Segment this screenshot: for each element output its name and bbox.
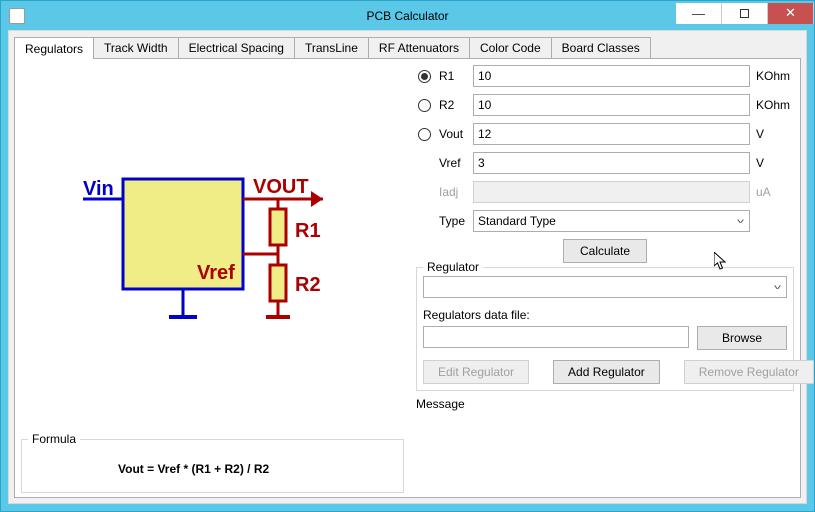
input-data-file[interactable]	[423, 326, 689, 348]
label-vout: Vout	[439, 127, 473, 141]
right-pane: R1 KOhm R2 KOhm Vout V	[410, 59, 800, 497]
label-type: Type	[439, 214, 473, 228]
titlebar[interactable]: PCB Calculator — ✕	[1, 1, 814, 30]
tab-electrical-spacing[interactable]: Electrical Spacing	[178, 37, 295, 58]
unit-r2: KOhm	[750, 98, 794, 112]
formula-legend: Formula	[28, 432, 80, 446]
input-vref[interactable]	[473, 152, 750, 174]
row-vout: Vout V	[416, 123, 794, 145]
message-label: Message	[416, 397, 794, 411]
radio-vout[interactable]	[418, 128, 431, 141]
tab-track-width[interactable]: Track Width	[93, 37, 179, 58]
regulator-group: Regulator Regulators data file: Browse E…	[416, 267, 794, 391]
input-vout[interactable]	[473, 123, 750, 145]
row-vref: Vref V	[416, 152, 794, 174]
row-r2: R2 KOhm	[416, 94, 794, 116]
app-icon	[9, 8, 25, 24]
select-type[interactable]: Standard Type	[473, 210, 750, 232]
formula-text: Vout = Vref * (R1 + R2) / R2	[118, 462, 397, 476]
select-regulator[interactable]	[423, 276, 787, 298]
tab-panel: Vin VOUT Vref R1	[14, 58, 801, 498]
diagram-vout-label: VOUT	[253, 176, 309, 198]
maximize-button[interactable]	[722, 3, 768, 24]
client-area: Regulators Track Width Electrical Spacin…	[8, 30, 807, 504]
unit-iadj: uA	[750, 185, 794, 199]
radio-r1[interactable]	[418, 70, 431, 83]
unit-vref: V	[750, 156, 794, 170]
window-buttons: — ✕	[676, 3, 814, 25]
input-iadj	[473, 181, 750, 203]
label-vref: Vref	[439, 156, 473, 170]
app-window: PCB Calculator — ✕ Regulators Track Widt…	[0, 0, 815, 512]
label-r2: R2	[439, 98, 473, 112]
data-file-label: Regulators data file:	[423, 308, 787, 322]
row-r1: R1 KOhm	[416, 65, 794, 87]
tab-color-code[interactable]: Color Code	[469, 37, 552, 58]
tab-transline[interactable]: TransLine	[294, 37, 369, 58]
regulator-diagram: Vin VOUT Vref R1	[15, 59, 410, 439]
row-type: Type Standard Type	[416, 210, 794, 232]
tab-rf-attenuators[interactable]: RF Attenuators	[368, 37, 470, 58]
close-button[interactable]: ✕	[768, 3, 814, 24]
calculate-button[interactable]: Calculate	[563, 239, 647, 263]
regulator-legend: Regulator	[423, 260, 483, 274]
label-iadj: Iadj	[439, 185, 473, 199]
label-r1: R1	[439, 69, 473, 83]
tab-regulators[interactable]: Regulators	[14, 37, 94, 59]
formula-group: Formula Vout = Vref * (R1 + R2) / R2	[21, 439, 404, 493]
radio-r2[interactable]	[418, 99, 431, 112]
tab-board-classes[interactable]: Board Classes	[551, 37, 651, 58]
diagram-vin-label: Vin	[83, 178, 114, 200]
left-pane: Vin VOUT Vref R1	[15, 59, 410, 497]
diagram-vref-label: Vref	[197, 262, 235, 284]
row-iadj: Iadj uA	[416, 181, 794, 203]
input-r2[interactable]	[473, 94, 750, 116]
select-type-value: Standard Type	[478, 214, 556, 228]
edit-regulator-button[interactable]: Edit Regulator	[423, 360, 529, 384]
unit-r1: KOhm	[750, 69, 794, 83]
diagram-r1-label: R1	[295, 220, 321, 242]
minimize-button[interactable]: —	[676, 3, 722, 24]
input-r1[interactable]	[473, 65, 750, 87]
unit-vout: V	[750, 127, 794, 141]
remove-regulator-button[interactable]: Remove Regulator	[684, 360, 814, 384]
diagram-r2-label: R2	[295, 274, 321, 296]
browse-button[interactable]: Browse	[697, 326, 787, 350]
tab-strip: Regulators Track Width Electrical Spacin…	[14, 36, 801, 58]
add-regulator-button[interactable]: Add Regulator	[553, 360, 660, 384]
